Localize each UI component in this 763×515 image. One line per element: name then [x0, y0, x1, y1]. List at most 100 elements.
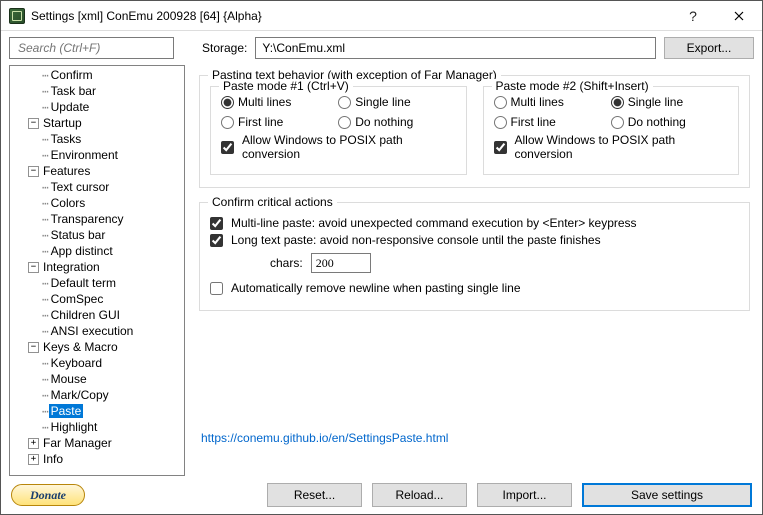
tree-item-label: Keys & Macro — [41, 340, 120, 354]
mode1-posix-check[interactable]: Allow Windows to POSIX path conversion — [221, 133, 456, 161]
tree-item[interactable]: ⋯ ComSpec — [10, 291, 184, 307]
mode2-nothing-radio[interactable]: Do nothing — [611, 115, 728, 129]
tree-item[interactable]: ⋯ Update — [10, 99, 184, 115]
pasting-group: Pasting text behavior (with exception of… — [199, 75, 750, 188]
tree-item[interactable]: − Features — [10, 163, 184, 179]
export-button[interactable]: Export... — [664, 37, 754, 59]
tree-branch-icon: ⋯ — [42, 421, 48, 434]
tree-item-label: Paste — [49, 404, 84, 418]
tree-branch-icon: ⋯ — [42, 229, 48, 242]
tree-item-label: Children GUI — [49, 308, 122, 322]
tree-item-label: Colors — [49, 196, 88, 210]
mode2-posix-check[interactable]: Allow Windows to POSIX path conversion — [494, 133, 729, 161]
window-title: Settings [xml] ConEmu 200928 [64] {Alpha… — [31, 9, 262, 23]
tree-item[interactable]: ⋯ Confirm — [10, 67, 184, 83]
expand-icon[interactable]: + — [28, 454, 39, 465]
collapse-icon[interactable]: − — [28, 342, 39, 353]
tree-item-label: Text cursor — [49, 180, 112, 194]
tree-item-label: Environment — [49, 148, 120, 162]
mode2-posix-label: Allow Windows to POSIX path conversion — [515, 133, 729, 161]
app-icon — [9, 8, 25, 24]
tree-item-label: Status bar — [49, 228, 108, 242]
help-button[interactable]: ? — [670, 1, 716, 31]
search-input[interactable] — [16, 40, 177, 56]
donate-button[interactable]: Donate — [11, 484, 85, 506]
footer: Donate Reset... Reload... Import... Save… — [1, 476, 762, 514]
tree-item[interactable]: − Startup — [10, 115, 184, 131]
tree-item[interactable]: ⋯ Mark/Copy — [10, 387, 184, 403]
chars-label: chars: — [270, 256, 303, 270]
tree-item-label: Update — [49, 100, 92, 114]
tree-item[interactable]: ⋯ Environment — [10, 147, 184, 163]
tree-item[interactable]: ⋯ App distinct — [10, 243, 184, 259]
tree-item[interactable]: − Integration — [10, 259, 184, 275]
mode2-multi-radio[interactable]: Multi lines — [494, 95, 611, 109]
mode1-first-label: First line — [238, 115, 283, 129]
mode1-single-radio[interactable]: Single line — [338, 95, 455, 109]
tree-item[interactable]: ⋯ Children GUI — [10, 307, 184, 323]
paste-mode-2-title: Paste mode #2 (Shift+Insert) — [492, 79, 653, 93]
tree-item[interactable]: ⋯ Mouse — [10, 371, 184, 387]
save-settings-button[interactable]: Save settings — [582, 483, 752, 507]
reset-button[interactable]: Reset... — [267, 483, 362, 507]
tree-item[interactable]: ⋯ Status bar — [10, 227, 184, 243]
tree-branch-icon: ⋯ — [42, 213, 48, 226]
mode1-nothing-radio[interactable]: Do nothing — [338, 115, 455, 129]
tree-item-label: Task bar — [49, 84, 98, 98]
tree-item-label: Default term — [49, 276, 118, 290]
tree-item-label: Integration — [41, 260, 102, 274]
confirm-longtext-check[interactable]: Long text paste: avoid non-responsive co… — [210, 233, 739, 247]
tree-item[interactable]: ⋯ Keyboard — [10, 355, 184, 371]
settings-tree[interactable]: ⋯ Confirm⋯ Task bar⋯ Update− Startup⋯ Ta… — [9, 65, 185, 476]
tree-item[interactable]: ⋯ Task bar — [10, 83, 184, 99]
search-box[interactable] — [9, 37, 174, 59]
tree-item-label: Far Manager — [41, 436, 114, 450]
tree-item[interactable]: ⋯ Text cursor — [10, 179, 184, 195]
mode1-first-radio[interactable]: First line — [221, 115, 338, 129]
storage-field[interactable]: Y:\ConEmu.xml — [255, 37, 656, 59]
tree-item[interactable]: ⋯ Colors — [10, 195, 184, 211]
tree-branch-icon: ⋯ — [42, 405, 48, 418]
mode1-posix-label: Allow Windows to POSIX path conversion — [242, 133, 456, 161]
tree-item-label: Confirm — [49, 68, 95, 82]
settings-panel: Pasting text behavior (with exception of… — [185, 65, 762, 476]
expand-icon[interactable]: + — [28, 438, 39, 449]
tree-item[interactable]: + Far Manager — [10, 435, 184, 451]
mode2-multi-label: Multi lines — [511, 95, 564, 109]
paste-mode-1-title: Paste mode #1 (Ctrl+V) — [219, 79, 353, 93]
tree-item[interactable]: + Info — [10, 451, 184, 467]
mode2-first-radio[interactable]: First line — [494, 115, 611, 129]
confirm-autoremove-check[interactable]: Automatically remove newline when pastin… — [210, 281, 739, 295]
tree-item[interactable]: ⋯ Tasks — [10, 131, 184, 147]
tree-item[interactable]: ⋯ Highlight — [10, 419, 184, 435]
paste-mode-1-group: Paste mode #1 (Ctrl+V) Multi lines Singl… — [210, 86, 467, 175]
help-link[interactable]: https://conemu.github.io/en/SettingsPast… — [199, 431, 750, 445]
tree-branch-icon: ⋯ — [42, 357, 48, 370]
tree-item[interactable]: − Keys & Macro — [10, 339, 184, 355]
tree-item[interactable]: ⋯ Paste — [10, 403, 184, 419]
tree-branch-icon: ⋯ — [42, 101, 48, 114]
tree-item-label: Startup — [41, 116, 84, 130]
tree-item-label: Mouse — [49, 372, 89, 386]
import-button[interactable]: Import... — [477, 483, 572, 507]
collapse-icon[interactable]: − — [28, 262, 39, 273]
tree-item-label: Features — [41, 164, 92, 178]
mode1-multi-radio[interactable]: Multi lines — [221, 95, 338, 109]
tree-item[interactable]: ⋯ Default term — [10, 275, 184, 291]
mode2-single-radio[interactable]: Single line — [611, 95, 728, 109]
close-button[interactable] — [716, 1, 762, 31]
collapse-icon[interactable]: − — [28, 166, 39, 177]
tree-branch-icon: ⋯ — [42, 181, 48, 194]
storage-label: Storage: — [202, 41, 247, 55]
confirm-multiline-label: Multi-line paste: avoid unexpected comma… — [231, 216, 637, 230]
tree-item[interactable]: ⋯ ANSI execution — [10, 323, 184, 339]
confirm-multiline-check[interactable]: Multi-line paste: avoid unexpected comma… — [210, 216, 739, 230]
tree-branch-icon: ⋯ — [42, 69, 48, 82]
tree-item[interactable]: ⋯ Transparency — [10, 211, 184, 227]
chars-input[interactable] — [311, 253, 371, 273]
mode2-single-label: Single line — [628, 95, 683, 109]
mode2-nothing-label: Do nothing — [628, 115, 686, 129]
reload-button[interactable]: Reload... — [372, 483, 467, 507]
tree-item-label: ComSpec — [49, 292, 106, 306]
collapse-icon[interactable]: − — [28, 118, 39, 129]
